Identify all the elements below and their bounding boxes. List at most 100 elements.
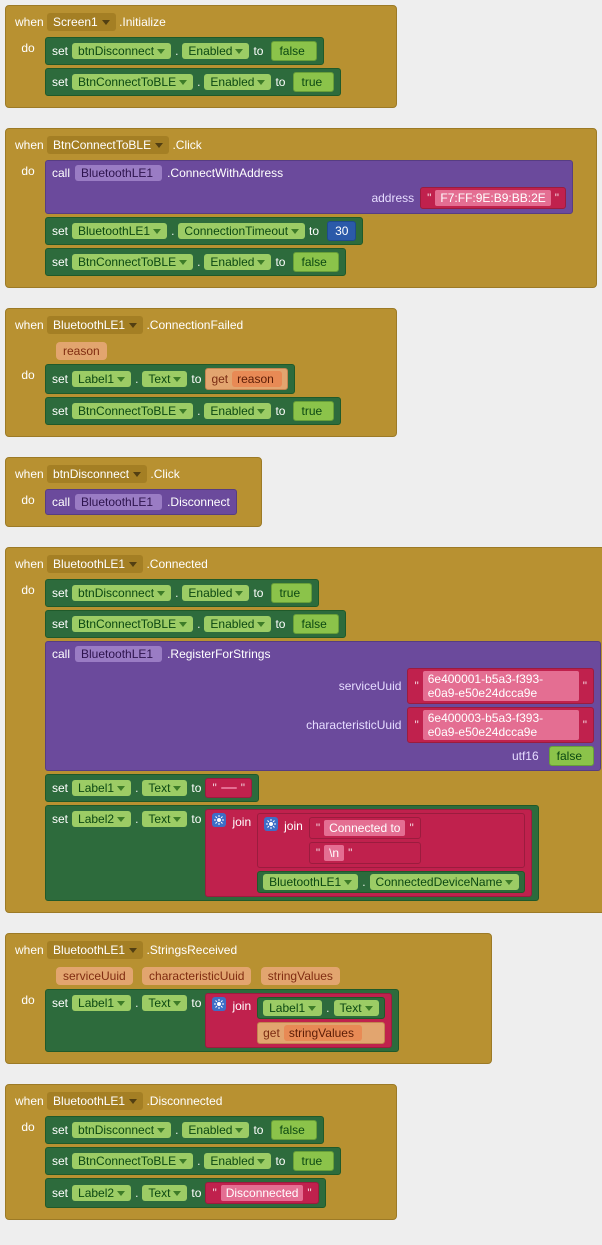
set-block[interactable]: set Label1 . Text to "" <box>45 774 259 802</box>
property-dropdown[interactable]: ConnectedDeviceName <box>370 874 520 890</box>
bool-dropdown[interactable]: true <box>293 1151 334 1171</box>
component-dropdown[interactable]: btnDisconnect <box>72 585 171 601</box>
component-dropdown[interactable]: BluetoothLE1 <box>47 316 143 334</box>
get-var-block[interactable]: get stringValues <box>257 1022 384 1044</box>
join-block[interactable]: join Label1 . Text get stringValues <box>205 993 391 1048</box>
set-block[interactable]: set btnDisconnect . Enabled to false <box>45 1116 324 1144</box>
do-keyword: do <box>11 364 45 428</box>
event-header: when btnDisconnect .Click <box>11 463 256 489</box>
bool-dropdown[interactable]: true <box>271 583 312 603</box>
bool-dropdown[interactable]: true <box>293 401 334 421</box>
property-dropdown[interactable]: Text <box>334 1000 379 1016</box>
call-block[interactable]: call BluetoothLE1 .ConnectWithAddress ad… <box>45 160 573 214</box>
string-literal[interactable]: "6e400001-b5a3-f393-e0a9-e50e24dcca9e" <box>407 668 594 704</box>
chevron-down-icon <box>157 1128 165 1133</box>
property-dropdown[interactable]: Enabled <box>204 1153 271 1169</box>
string-literal[interactable]: "F7:FF:9E:B9:BB:2E" <box>420 187 566 209</box>
string-literal[interactable]: "Disconnected" <box>205 1182 318 1204</box>
bool-dropdown[interactable]: false <box>271 41 316 61</box>
component-dropdown[interactable]: BtnConnectToBLE <box>72 403 193 419</box>
component-dropdown[interactable]: Label1 <box>72 995 131 1011</box>
gear-icon[interactable] <box>212 997 226 1011</box>
set-block[interactable]: set BtnConnectToBLE . Enabled to true <box>45 1147 341 1175</box>
property-dropdown[interactable]: Enabled <box>182 1122 249 1138</box>
component-dropdown[interactable]: Label1 <box>72 371 131 387</box>
variable-dropdown[interactable]: reason <box>232 371 282 387</box>
chevron-down-icon <box>129 562 137 567</box>
property-dropdown[interactable]: Enabled <box>182 585 249 601</box>
set-block[interactable]: set Label2 . Text to "Disconnected" <box>45 1178 326 1208</box>
call-block[interactable]: call BluetoothLE1 .Disconnect <box>45 489 237 515</box>
property-dropdown[interactable]: Text <box>142 780 187 796</box>
component-dropdown[interactable]: BluetoothLE1 <box>72 223 167 239</box>
bool-dropdown[interactable]: false <box>549 746 594 766</box>
component-dropdown[interactable]: BluetoothLE1 <box>47 1092 143 1110</box>
property-dropdown[interactable]: Text <box>142 371 187 387</box>
property-dropdown[interactable]: Enabled <box>182 43 249 59</box>
component-dropdown[interactable]: BluetoothLE1 <box>47 941 143 959</box>
join-block[interactable]: join join "Connected to" "\n" <box>205 809 532 897</box>
property-get-block[interactable]: BluetoothLE1 . ConnectedDeviceName <box>257 871 525 893</box>
string-literal[interactable]: "Connected to" <box>309 817 421 839</box>
set-block[interactable]: set Label1 . Text to get reason <box>45 364 295 394</box>
component-dropdown[interactable]: BtnConnectToBLE <box>72 254 193 270</box>
call-block[interactable]: call BluetoothLE1 .RegisterForStrings se… <box>45 641 601 771</box>
gear-icon[interactable] <box>264 817 278 831</box>
bool-dropdown[interactable]: false <box>293 614 338 634</box>
string-literal[interactable]: "" <box>205 778 252 798</box>
component-dropdown[interactable]: Label2 <box>72 1185 131 1201</box>
component-dropdown[interactable]: BtnConnectToBLE <box>72 74 193 90</box>
chevron-down-icon <box>179 260 187 265</box>
property-dropdown[interactable]: Enabled <box>204 403 271 419</box>
property-dropdown[interactable]: ConnectionTimeout <box>178 223 305 239</box>
set-block[interactable]: set BtnConnectToBLE . Enabled to true <box>45 397 341 425</box>
component-dropdown[interactable]: btnDisconnect <box>72 1122 171 1138</box>
set-block[interactable]: set Label1 . Text to join Label1 . Text <box>45 989 399 1052</box>
set-block[interactable]: set BtnConnectToBLE . Enabled to false <box>45 610 346 638</box>
component-dropdown[interactable]: BluetoothLE1 <box>75 494 162 510</box>
component-dropdown[interactable]: BtnConnectToBLE <box>47 136 169 154</box>
component-dropdown[interactable]: BluetoothLE1 <box>47 555 143 573</box>
component-dropdown[interactable]: BluetoothLE1 <box>75 165 162 181</box>
event-params: serviceUuid characteristicUuid stringVal… <box>11 967 486 985</box>
set-block[interactable]: set btnDisconnect . Enabled to false <box>45 37 324 65</box>
join-block[interactable]: join "Connected to" "\n" <box>257 813 525 868</box>
string-literal[interactable]: "6e400003-b5a3-f393-e0a9-e50e24dcca9e" <box>407 707 594 743</box>
set-block[interactable]: set Label2 . Text to join join <box>45 805 539 901</box>
property-get-block[interactable]: Label1 . Text <box>257 997 384 1019</box>
chevron-down-icon <box>505 880 513 885</box>
param-reason[interactable]: reason <box>56 342 107 360</box>
component-dropdown[interactable]: btnDisconnect <box>47 465 147 483</box>
property-dropdown[interactable]: Enabled <box>204 616 271 632</box>
component-dropdown[interactable]: Label1 <box>263 1000 322 1016</box>
component-dropdown[interactable]: Label1 <box>72 780 131 796</box>
component-dropdown[interactable]: BluetoothLE1 <box>263 874 358 890</box>
set-block[interactable]: set btnDisconnect . Enabled to true <box>45 579 319 607</box>
component-dropdown[interactable]: BtnConnectToBLE <box>72 1153 193 1169</box>
bool-dropdown[interactable]: true <box>293 72 334 92</box>
property-dropdown[interactable]: Text <box>142 811 187 827</box>
property-dropdown[interactable]: Text <box>142 1185 187 1201</box>
when-keyword: when <box>15 138 44 152</box>
component-dropdown[interactable]: Label2 <box>72 811 131 827</box>
property-dropdown[interactable]: Text <box>142 995 187 1011</box>
string-literal[interactable]: "\n" <box>309 842 421 864</box>
bool-dropdown[interactable]: false <box>271 1120 316 1140</box>
property-dropdown[interactable]: Enabled <box>204 74 271 90</box>
param-stringvalues[interactable]: stringValues <box>261 967 340 985</box>
number-literal[interactable]: 30 <box>327 221 356 241</box>
param-characteristicuuid[interactable]: characteristicUuid <box>142 967 251 985</box>
set-block[interactable]: set BluetoothLE1 . ConnectionTimeout to … <box>45 217 363 245</box>
component-dropdown[interactable]: btnDisconnect <box>72 43 171 59</box>
component-dropdown[interactable]: BtnConnectToBLE <box>72 616 193 632</box>
component-dropdown[interactable]: BluetoothLE1 <box>75 646 162 662</box>
component-dropdown[interactable]: Screen1 <box>47 13 116 31</box>
param-serviceuuid[interactable]: serviceUuid <box>56 967 133 985</box>
set-block[interactable]: set BtnConnectToBLE . Enabled to true <box>45 68 341 96</box>
get-var-block[interactable]: get reason <box>205 368 287 390</box>
variable-dropdown[interactable]: stringValues <box>284 1025 362 1041</box>
set-block[interactable]: set BtnConnectToBLE . Enabled to false <box>45 248 346 276</box>
bool-dropdown[interactable]: false <box>293 252 338 272</box>
gear-icon[interactable] <box>212 813 226 827</box>
property-dropdown[interactable]: Enabled <box>204 254 271 270</box>
